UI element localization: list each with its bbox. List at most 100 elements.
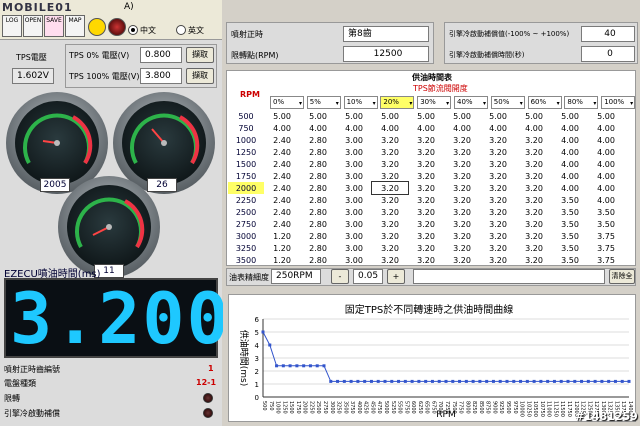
minus-button[interactable]: - [331, 269, 349, 284]
fuel-cell[interactable]: 3.20 [444, 194, 480, 206]
fuel-cell[interactable]: 3.20 [444, 146, 480, 158]
fuel-cell[interactable]: 4.00 [588, 182, 624, 194]
fuel-cell[interactable]: 4.00 [588, 122, 624, 134]
fuel-cell[interactable]: 3.00 [336, 254, 372, 266]
fuel-cell[interactable]: 1.20 [264, 242, 300, 254]
fuel-cell[interactable]: 3.20 [372, 206, 408, 218]
fuel-cell[interactable]: 3.20 [372, 194, 408, 206]
map-icon[interactable]: MAP [65, 15, 85, 37]
fuel-cell[interactable]: 4.00 [552, 170, 588, 182]
fuel-cell[interactable]: 3.00 [336, 218, 372, 230]
fuel-cell[interactable]: 2.80 [300, 170, 336, 182]
fuel-cell[interactable]: 3.20 [408, 218, 444, 230]
fuel-cell[interactable]: 3.50 [552, 194, 588, 206]
timing-select[interactable]: 第8齒 [343, 26, 429, 42]
fuel-cell[interactable]: 3.50 [552, 254, 588, 266]
fuel-cell[interactable]: 3.20 [516, 182, 552, 194]
fuel-cell[interactable]: 2.80 [300, 254, 336, 266]
fuel-cell[interactable]: 3.20 [408, 242, 444, 254]
tps-col-select-7[interactable]: 60% ▾ [527, 96, 562, 109]
fuel-cell[interactable]: 2.40 [264, 146, 300, 158]
fuel-cell[interactable]: 3.00 [336, 146, 372, 158]
fuel-cell[interactable]: 3.20 [444, 182, 480, 194]
fuel-cell[interactable]: 3.50 [552, 230, 588, 242]
tps-col-select-5[interactable]: 40% ▾ [454, 96, 488, 109]
fuel-cell[interactable]: 4.00 [444, 122, 480, 134]
tps-col-select-9[interactable]: 100% ▾ [601, 96, 636, 109]
fuel-cell[interactable]: 5.00 [336, 110, 372, 122]
fuel-cell[interactable]: 3.20 [444, 134, 480, 146]
fuel-cell[interactable]: 3.20 [480, 254, 516, 266]
tps-col-select-0[interactable]: 0% ▾ [270, 96, 304, 109]
fuel-cell[interactable]: 3.20 [408, 146, 444, 158]
fuel-cell[interactable]: 3.20 [480, 158, 516, 170]
fuel-cell[interactable]: 3.50 [552, 206, 588, 218]
fuel-cell[interactable]: 3.00 [336, 206, 372, 218]
fuel-cell[interactable]: 2.80 [300, 194, 336, 206]
fuel-cell[interactable]: 2.80 [300, 206, 336, 218]
fuel-cell[interactable]: 5.00 [372, 110, 408, 122]
fuel-cell[interactable]: 3.20 [371, 181, 409, 195]
fuel-cell[interactable]: 3.20 [372, 254, 408, 266]
fuel-cell[interactable]: 2.80 [300, 218, 336, 230]
tps-col-select-1[interactable]: 5% ▾ [306, 96, 341, 109]
fuel-cell[interactable]: 3.00 [336, 230, 372, 242]
fuel-cell[interactable]: 3.20 [516, 242, 552, 254]
notes-field[interactable] [413, 269, 605, 284]
fuel-cell[interactable]: 5.00 [444, 110, 480, 122]
log-icon[interactable]: LOG [2, 15, 22, 37]
fuel-cell[interactable]: 5.00 [300, 110, 336, 122]
fuel-cell[interactable]: 3.20 [444, 254, 480, 266]
cold-time-input[interactable]: 0 [581, 46, 635, 62]
fuel-cell[interactable]: 2.40 [264, 182, 300, 194]
fuel-cell[interactable]: 3.20 [516, 254, 552, 266]
fuel-cell[interactable]: 3.20 [408, 134, 444, 146]
tps100-input[interactable]: 3.800 [140, 68, 182, 84]
fuel-cell[interactable]: 3.20 [408, 194, 444, 206]
fuel-cell[interactable]: 4.00 [552, 146, 588, 158]
tps-col-select-6[interactable]: 50% ▾ [490, 96, 525, 109]
fuel-cell[interactable]: 2.40 [264, 134, 300, 146]
fuel-cell[interactable]: 3.20 [516, 170, 552, 182]
fuel-cell[interactable]: 3.75 [588, 254, 624, 266]
fuel-cell[interactable]: 5.00 [588, 110, 624, 122]
fuel-cell[interactable]: 3.20 [444, 242, 480, 254]
fuel-cell[interactable]: 3.20 [480, 242, 516, 254]
fuel-cell[interactable]: 3.20 [444, 170, 480, 182]
fuel-cell[interactable]: 3.20 [480, 194, 516, 206]
fuel-cell[interactable]: 3.00 [336, 242, 372, 254]
fuel-cell[interactable]: 3.20 [444, 230, 480, 242]
fuel-cell[interactable]: 4.00 [372, 122, 408, 134]
clear-all-button[interactable]: 清除全部 [609, 269, 635, 284]
fuel-cell[interactable]: 3.00 [336, 158, 372, 170]
fuel-cell[interactable]: 3.20 [516, 146, 552, 158]
fuel-cell[interactable]: 3.20 [408, 170, 444, 182]
fuel-cell[interactable]: 4.00 [588, 134, 624, 146]
fuel-cell[interactable]: 3.20 [480, 170, 516, 182]
fuel-cell[interactable]: 4.00 [552, 122, 588, 134]
fuel-cell[interactable]: 4.00 [552, 182, 588, 194]
radio-zh[interactable] [128, 25, 138, 35]
fuel-cell[interactable]: 3.20 [516, 218, 552, 230]
fuel-cell[interactable]: 5.00 [264, 110, 300, 122]
fuel-cell[interactable]: 4.00 [408, 122, 444, 134]
plus-button[interactable]: + [387, 269, 405, 284]
fuel-cell[interactable]: 3.20 [480, 218, 516, 230]
fuel-cell[interactable]: 3.00 [336, 194, 372, 206]
fuel-cell[interactable]: 3.20 [516, 230, 552, 242]
fuel-cell[interactable]: 3.20 [480, 134, 516, 146]
fuel-cell[interactable]: 3.50 [552, 242, 588, 254]
fuel-cell[interactable]: 3.20 [372, 146, 408, 158]
fuel-cell[interactable]: 5.00 [480, 110, 516, 122]
fuel-cell[interactable]: 3.20 [408, 230, 444, 242]
fuel-cell[interactable]: 1.20 [264, 230, 300, 242]
fuel-cell[interactable]: 3.20 [480, 182, 516, 194]
fuel-cell[interactable]: 5.00 [408, 110, 444, 122]
fuel-cell[interactable]: 2.40 [264, 170, 300, 182]
fuel-cell[interactable]: 2.40 [264, 158, 300, 170]
fuel-cell[interactable]: 5.00 [516, 110, 552, 122]
fuel-cell[interactable]: 3.50 [588, 218, 624, 230]
fuel-cell[interactable]: 4.00 [336, 122, 372, 134]
fuel-cell[interactable]: 1.20 [264, 254, 300, 266]
fuel-cell[interactable]: 3.20 [516, 134, 552, 146]
